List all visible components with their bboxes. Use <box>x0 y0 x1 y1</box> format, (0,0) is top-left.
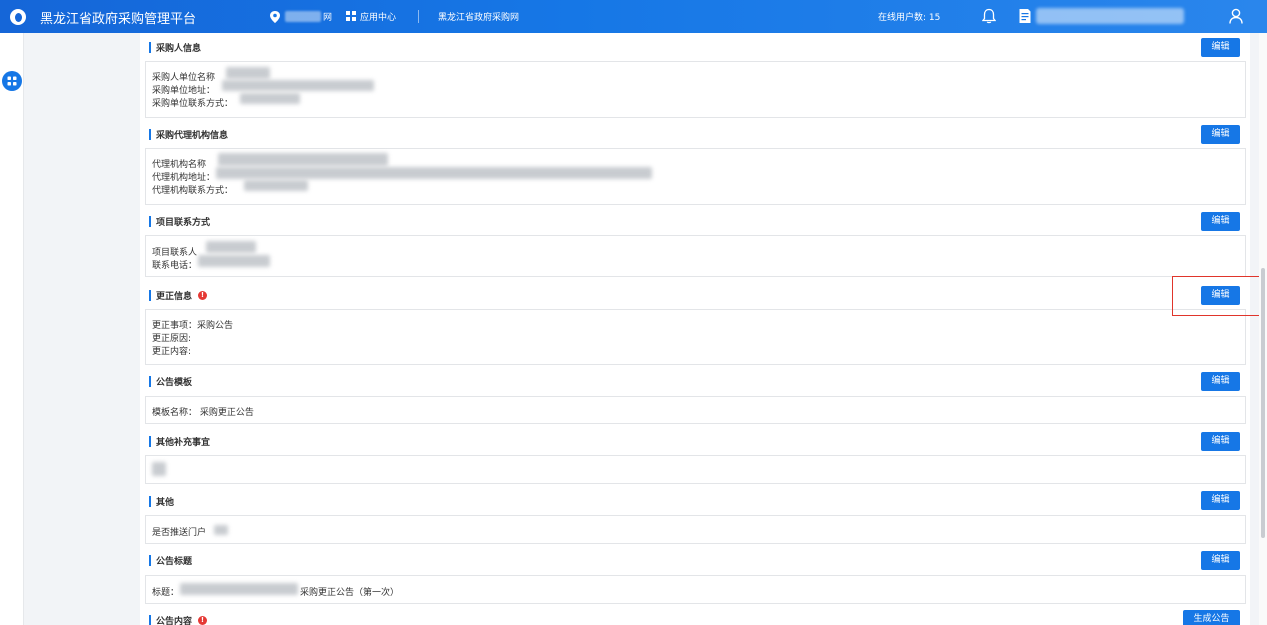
section-other-body: 是否推送门户 <box>145 515 1246 544</box>
redacted-text <box>240 93 300 104</box>
section-supplement-header: 其他补充事宜 <box>149 433 210 449</box>
section-correction-header: 更正信息 ! <box>149 287 208 303</box>
scrollbar-thumb[interactable] <box>1261 268 1265 538</box>
generate-notice-button[interactable]: 生成公告 <box>1183 610 1240 625</box>
section-title: 其他 <box>156 497 175 508</box>
section-title: 公告标题 <box>156 556 193 567</box>
top-navigation-bar: 黑龙江省政府采购管理平台 网 应用中心 黑龙江省政府采购网 在线用户数: 15 <box>0 0 1267 33</box>
redacted-text <box>226 67 270 79</box>
location-redacted <box>285 11 321 22</box>
buyer-name-line: 采购人单位名称 <box>152 73 216 83</box>
edit-agency-button[interactable]: 编辑 <box>1201 125 1240 144</box>
section-title: 公告内容 <box>156 616 193 625</box>
highlight-box <box>1172 276 1265 316</box>
platform-logo-icon[interactable] <box>10 9 26 25</box>
correction-item-line: 更正事项：采购公告 <box>152 321 234 331</box>
user-info-redacted <box>1036 8 1184 24</box>
section-title: 项目联系方式 <box>156 217 211 228</box>
template-name-line: 模板名称： 采购更正公告 <box>152 408 254 418</box>
edit-supplement-button[interactable]: 编辑 <box>1201 432 1240 451</box>
section-title: 采购代理机构信息 <box>156 130 229 141</box>
contact-phone-line: 联系电话： <box>152 261 198 271</box>
section-title: 采购人信息 <box>156 43 202 54</box>
section-notice-content-header: 公告内容 ! <box>149 612 208 625</box>
redacted-text <box>214 525 228 535</box>
menu-grid-icon <box>7 76 17 86</box>
buyer-address-line: 采购单位地址： <box>152 86 216 96</box>
warning-icon: ! <box>198 290 208 300</box>
online-users-count: 在线用户数: 15 <box>878 13 941 23</box>
section-other-header: 其他 <box>149 493 174 509</box>
contact-person-line: 项目联系人 <box>152 248 198 258</box>
menu-grid-button[interactable] <box>2 71 22 91</box>
section-contact-body: 项目联系人 联系电话： <box>145 235 1246 277</box>
buyer-contact-line: 采购单位联系方式： <box>152 99 234 109</box>
edit-other-button[interactable]: 编辑 <box>1201 491 1240 510</box>
notice-title-label: 标题： <box>152 588 180 598</box>
redacted-text <box>244 180 308 191</box>
bell-icon[interactable] <box>982 8 996 24</box>
document-icon[interactable] <box>1018 8 1032 24</box>
section-template-header: 公告模板 <box>149 373 192 389</box>
redacted-text <box>222 80 374 91</box>
section-title: 更正信息 <box>156 291 193 302</box>
correction-content-line: 更正内容: <box>152 347 192 357</box>
gov-site-link[interactable]: 黑龙江省政府采购网 <box>438 10 519 23</box>
agency-contact-line: 代理机构联系方式： <box>152 186 234 196</box>
section-notice-title-body: 标题： 采购更正公告（第一次） <box>145 575 1246 604</box>
app-center-link[interactable]: 应用中心 <box>360 10 396 23</box>
redacted-text <box>216 167 652 179</box>
redacted-text <box>198 255 270 267</box>
correction-reason-line: 更正原因: <box>152 334 192 344</box>
section-agency-body: 代理机构名称 代理机构地址： 代理机构联系方式： <box>145 148 1246 205</box>
agency-address-line: 代理机构地址： <box>152 173 216 183</box>
section-buyer-header: 采购人信息 <box>149 39 201 55</box>
section-notice-title-header: 公告标题 <box>149 552 192 568</box>
redacted-text <box>180 583 298 595</box>
edit-buyer-button[interactable]: 编辑 <box>1201 38 1240 57</box>
left-sidebar <box>0 33 24 625</box>
app-title[interactable]: 黑龙江省政府采购管理平台 <box>40 8 196 27</box>
push-portal-line: 是否推送门户 <box>152 528 207 538</box>
section-correction-body: 更正事项：采购公告 更正原因: 更正内容: <box>145 309 1246 365</box>
form-content: 采购人信息 编辑 采购人单位名称 采购单位地址： 采购单位联系方式： 采购代理机… <box>140 33 1250 625</box>
redacted-text <box>206 241 256 253</box>
notice-title-suffix: 采购更正公告（第一次） <box>300 588 400 598</box>
edit-contact-button[interactable]: 编辑 <box>1201 212 1240 231</box>
section-agency-header: 采购代理机构信息 <box>149 126 228 142</box>
section-template-body: 模板名称： 采购更正公告 <box>145 396 1246 424</box>
section-title: 其他补充事宜 <box>156 437 211 448</box>
app-grid-icon[interactable] <box>346 11 356 21</box>
redacted-text <box>218 153 388 166</box>
user-icon[interactable] <box>1229 8 1243 24</box>
location-suffix[interactable]: 网 <box>323 10 332 23</box>
location-pin-icon[interactable] <box>270 11 280 23</box>
redacted-text <box>152 462 166 476</box>
section-buyer-body: 采购人单位名称 采购单位地址： 采购单位联系方式： <box>145 61 1246 118</box>
section-supplement-body <box>145 455 1246 484</box>
edit-template-button[interactable]: 编辑 <box>1201 372 1240 391</box>
section-contact-header: 项目联系方式 <box>149 213 210 229</box>
header-divider <box>418 10 419 23</box>
edit-notice-title-button[interactable]: 编辑 <box>1201 551 1240 570</box>
warning-icon: ! <box>198 615 208 625</box>
agency-name-line: 代理机构名称 <box>152 160 207 170</box>
section-title: 公告模板 <box>156 377 193 388</box>
